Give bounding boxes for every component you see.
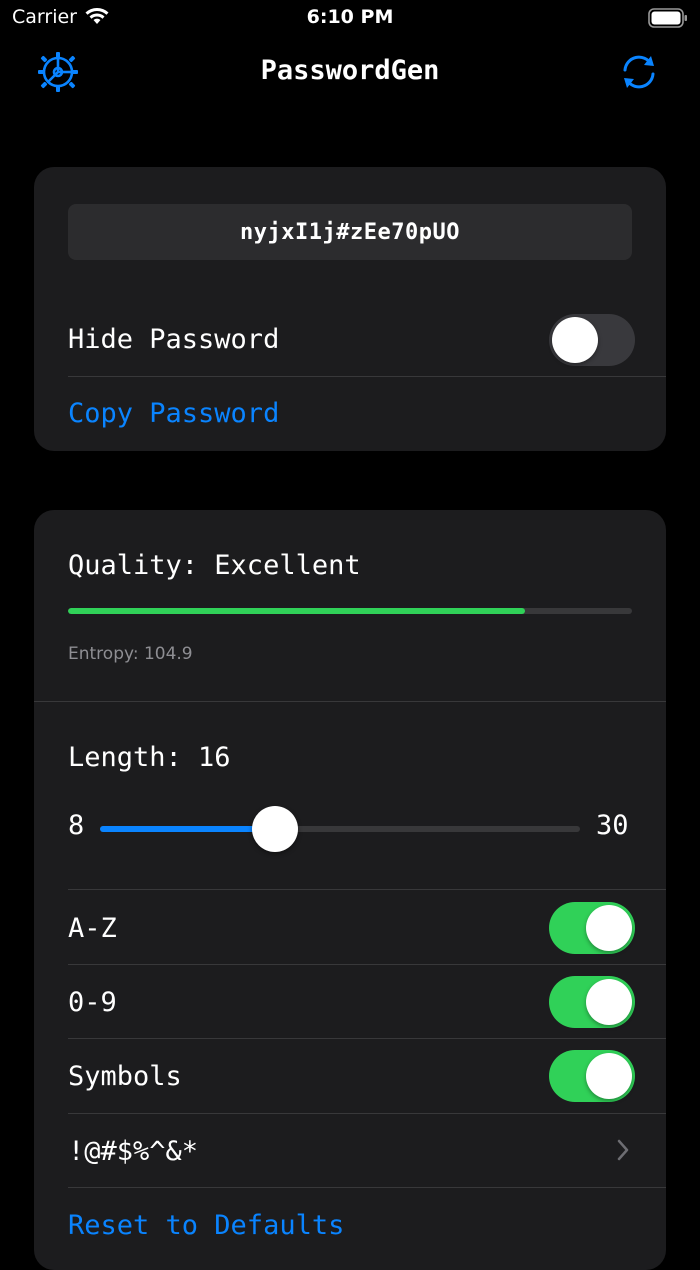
divider [68,889,666,890]
toggle-knob [552,317,598,363]
password-display[interactable]: nyjxI1j#zEe70pUO [68,204,632,260]
toggle-knob [586,905,632,951]
option-digits-toggle[interactable] [549,976,635,1028]
length-slider[interactable] [100,806,580,852]
hide-password-toggle[interactable] [549,314,635,366]
quality-progress-bar [68,608,632,614]
toggle-knob [586,979,632,1025]
slider-min-label: 8 [68,810,85,841]
length-label: Length: 16 [68,742,231,773]
option-symbols-label: Symbols [68,1061,182,1092]
divider [68,1113,666,1114]
divider [68,1038,666,1039]
slider-fill [100,826,275,832]
option-uppercase-label: A-Z [68,913,117,944]
refresh-icon [617,55,661,98]
password-card: nyjxI1j#zEe70pUO Hide Password Copy Pass… [34,167,666,451]
regenerate-button[interactable] [617,50,661,94]
battery-icon [648,8,688,32]
divider [68,376,666,377]
quality-progress-fill [68,608,525,614]
option-uppercase-toggle[interactable] [549,902,635,954]
divider [34,701,666,702]
option-digits-label: 0-9 [68,987,117,1018]
divider [68,1187,666,1188]
toggle-knob [586,1053,632,1099]
copy-password-button[interactable]: Copy Password [68,398,279,429]
page-title: PasswordGen [260,55,440,86]
slider-thumb[interactable] [251,806,298,852]
clock: 6:10 PM [306,6,394,28]
divider [68,964,666,965]
entropy-label: Entropy: 104.9 [68,644,193,664]
option-symbols-toggle[interactable] [549,1050,635,1102]
hide-password-label: Hide Password [68,324,280,355]
settings-card: Quality: Excellent Entropy: 104.9 Length… [34,510,666,1270]
quality-label: Quality: Excellent [68,550,361,581]
status-bar: Carrier 6:10 PM [0,0,700,40]
slider-max-label: 30 [596,810,629,841]
symbol-set-row[interactable]: !@#$%^&* [68,1136,198,1167]
reset-defaults-button[interactable]: Reset to Defaults [68,1210,344,1241]
chevron-right-icon [616,1138,630,1166]
